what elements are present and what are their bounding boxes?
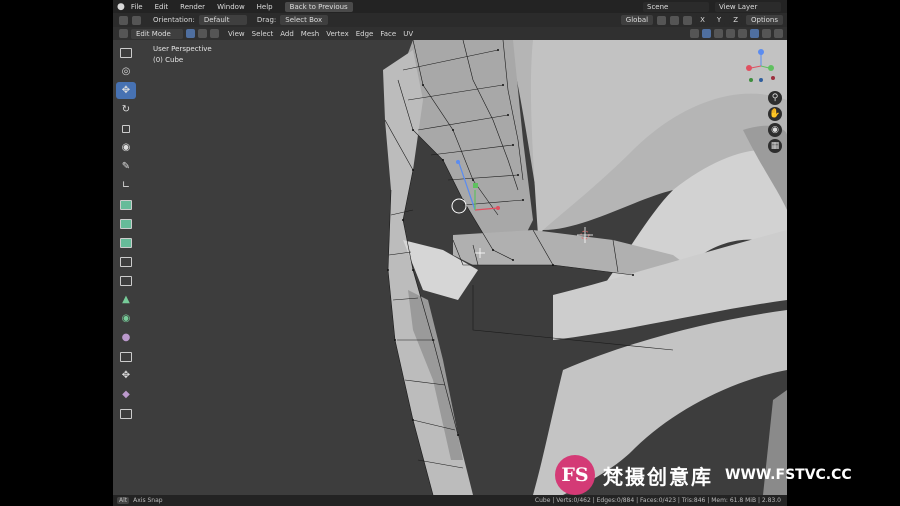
orientation-label: Orientation: xyxy=(153,16,195,24)
transform-gizmo-icon[interactable] xyxy=(132,15,141,25)
viewport-canvas[interactable] xyxy=(113,40,787,495)
top-menu-bar: ● File Edit Render Window Help Back to P… xyxy=(113,0,787,13)
watermark-logo: FS xyxy=(555,455,595,495)
vertex-select-icon[interactable] xyxy=(186,29,195,38)
menu-file[interactable]: File xyxy=(125,3,149,11)
drag-label: Drag: xyxy=(256,16,277,24)
transform-space-dropdown[interactable]: Global xyxy=(620,15,654,25)
drag-dropdown[interactable]: Select Box xyxy=(280,15,329,25)
pan-hand-icon[interactable]: ✋ xyxy=(768,107,782,121)
scene-field[interactable]: Scene xyxy=(643,1,709,12)
menu-render[interactable]: Render xyxy=(174,3,211,11)
navigation-gizmo[interactable] xyxy=(741,44,781,88)
object-label: (0) Cube xyxy=(153,56,184,64)
axis-snap-hint: Axis Snap xyxy=(133,497,163,504)
measure-tool-button[interactable]: ∟ xyxy=(116,177,136,194)
left-toolbar: ◎ ✥ ↻ ◉ ✎ ∟ ▲ ◉ ● ✥ ◆ xyxy=(116,44,138,424)
back-to-previous-button[interactable]: Back to Previous xyxy=(284,1,353,12)
face-select-icon[interactable] xyxy=(210,29,219,38)
blender-window: ● File Edit Render Window Help Back to P… xyxy=(113,0,787,506)
options-dropdown[interactable]: Options xyxy=(745,15,783,25)
mesh-inner-frill xyxy=(398,40,533,260)
poly-build-tool-button[interactable]: ▲ xyxy=(116,291,136,308)
spin-tool-button[interactable]: ◉ xyxy=(116,310,136,327)
blender-logo-icon[interactable]: ● xyxy=(117,2,125,12)
move-tool-button[interactable]: ✥ xyxy=(116,82,136,99)
shrink-tool-button[interactable]: ✥ xyxy=(116,367,136,384)
grid-icon[interactable]: ▦ xyxy=(768,139,782,153)
menu-help[interactable]: Help xyxy=(251,3,279,11)
select-tool-button[interactable] xyxy=(116,44,136,61)
bevel-tool-button[interactable] xyxy=(116,234,136,251)
shading-rendered-icon[interactable] xyxy=(774,29,783,38)
viewport-header: Edit Mode View Select Add Mesh Vertex Ed… xyxy=(113,27,787,40)
annotate-tool-button[interactable]: ✎ xyxy=(116,158,136,175)
proportional-icon[interactable] xyxy=(683,15,693,25)
inset-tool-button[interactable] xyxy=(116,215,136,232)
axis-x-toggle[interactable]: X xyxy=(696,15,709,25)
watermark-chinese-text: 梵摄创意库 xyxy=(603,464,713,489)
transform-tool-button[interactable]: ◉ xyxy=(116,139,136,156)
orientation-dropdown[interactable]: Default xyxy=(198,15,247,25)
xray-icon[interactable] xyxy=(726,29,735,38)
cursor-circle xyxy=(451,198,467,214)
face-menu[interactable]: Face xyxy=(380,30,396,38)
overlays-icon[interactable] xyxy=(714,29,723,38)
alt-key-badge: Alt xyxy=(117,497,130,504)
pivot-icon[interactable] xyxy=(657,15,667,25)
scale-tool-button[interactable] xyxy=(116,120,136,137)
shading-wireframe-icon[interactable] xyxy=(738,29,747,38)
mode-dropdown[interactable]: Edit Mode xyxy=(131,28,183,39)
edge-select-icon[interactable] xyxy=(198,29,207,38)
knife-tool-button[interactable] xyxy=(116,272,136,289)
vertex-menu[interactable]: Vertex xyxy=(326,30,349,38)
axis-y-toggle[interactable]: Y xyxy=(712,15,726,25)
camera-icon[interactable]: ◉ xyxy=(768,123,782,137)
rotate-tool-button[interactable]: ↻ xyxy=(116,101,136,118)
smooth-tool-button[interactable]: ● xyxy=(116,329,136,346)
editor-type-icon[interactable] xyxy=(119,29,128,38)
move-tool-icon[interactable] xyxy=(119,15,128,25)
view-menu[interactable]: View xyxy=(228,30,245,38)
view-object-types-icon[interactable] xyxy=(690,29,699,38)
watermark: FS 梵摄创意库 WWW.FSTVC.CC xyxy=(555,455,852,495)
edge-slide-tool-button[interactable] xyxy=(116,348,136,365)
extrude-tool-button[interactable] xyxy=(116,196,136,213)
cursor-tool-button[interactable]: ◎ xyxy=(116,63,136,80)
snap-icon[interactable] xyxy=(670,15,680,25)
shading-solid-icon[interactable] xyxy=(750,29,759,38)
view-layer-field[interactable]: View Layer xyxy=(715,1,781,12)
status-bar: Alt Axis Snap Cube | Verts:0/462 | Edges… xyxy=(113,495,787,506)
select-menu[interactable]: Select xyxy=(252,30,274,38)
shading-material-icon[interactable] xyxy=(762,29,771,38)
tool-header: Orientation: Default Drag: Select Box Gl… xyxy=(113,13,787,27)
perspective-label: User Perspective xyxy=(153,45,212,53)
mesh-menu[interactable]: Mesh xyxy=(301,30,319,38)
edge-menu[interactable]: Edge xyxy=(356,30,374,38)
menu-edit[interactable]: Edit xyxy=(149,3,175,11)
scene-statistics: Cube | Verts:0/462 | Edges:0/884 | Faces… xyxy=(534,497,781,504)
add-menu[interactable]: Add xyxy=(280,30,294,38)
axis-z-toggle[interactable]: Z xyxy=(729,15,742,25)
watermark-url: WWW.FSTVC.CC xyxy=(725,467,852,483)
loop-cut-tool-button[interactable] xyxy=(116,253,136,270)
shear-tool-button[interactable]: ◆ xyxy=(116,386,136,403)
menu-window[interactable]: Window xyxy=(211,3,251,11)
zoom-icon[interactable]: ⚲ xyxy=(768,91,782,105)
uv-menu[interactable]: UV xyxy=(403,30,413,38)
gizmo-toggle-icon[interactable] xyxy=(702,29,711,38)
rip-tool-button[interactable] xyxy=(116,405,136,422)
